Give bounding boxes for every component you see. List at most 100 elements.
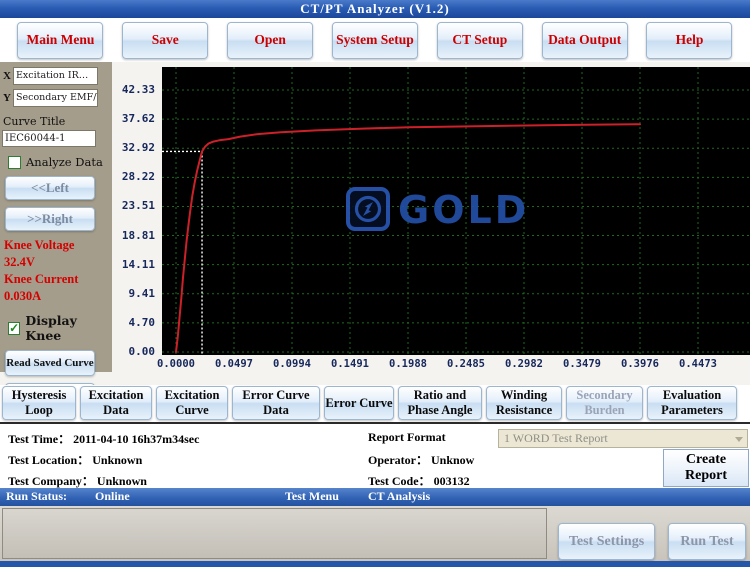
system-setup-button[interactable]: System Setup bbox=[332, 22, 418, 59]
main-menu-button[interactable]: Main Menu bbox=[17, 22, 103, 59]
test-time-label: Test Time： bbox=[8, 432, 70, 446]
y-axis-tick: 23.51 bbox=[112, 199, 155, 212]
test-time-value: 2011-04-10 16h37m34sec bbox=[73, 432, 199, 446]
x-axis-select[interactable]: Excitation IR… bbox=[13, 67, 98, 85]
tab-error-curve[interactable]: Error Curve bbox=[324, 386, 394, 420]
test-code-row: Test Code： 003132 bbox=[368, 472, 470, 489]
x-axis-tick: 0.1988 bbox=[379, 358, 437, 370]
knee-current-label: Knee Current bbox=[4, 271, 112, 288]
test-location-label: Test Location： bbox=[8, 453, 89, 467]
bottom-strip bbox=[0, 561, 750, 567]
run-status-value: Online bbox=[95, 489, 130, 504]
analyze-data-checkbox[interactable] bbox=[8, 156, 21, 169]
main-area: X Excitation IR… Y Secondary EMF/V Curve… bbox=[0, 62, 750, 385]
tab-ratio-phase-angle[interactable]: Ratio and Phase Angle bbox=[398, 386, 482, 420]
analyze-data-row: Analyze Data bbox=[8, 155, 112, 169]
test-info-panel: Test Time： 2011-04-10 16h37m34sec Test L… bbox=[0, 422, 750, 488]
create-report-button[interactable]: Create Report bbox=[663, 449, 749, 487]
test-company-row: Test Company： Unknown bbox=[8, 472, 147, 489]
operator-label: Operator： bbox=[368, 453, 428, 467]
y-axis-tick: 42.33 bbox=[112, 83, 155, 96]
test-code-value: 003132 bbox=[434, 474, 470, 488]
test-time-row: Test Time： 2011-04-10 16h37m34sec bbox=[8, 430, 199, 447]
curve-title-label: Curve Title bbox=[0, 115, 112, 128]
chevron-down-icon bbox=[735, 437, 743, 442]
x-axis-tick: 0.2982 bbox=[495, 358, 553, 370]
tab-hysteresis-loop[interactable]: Hysteresis Loop bbox=[2, 386, 76, 420]
y-axis-select[interactable]: Secondary EMF/V bbox=[13, 89, 98, 107]
help-button[interactable]: Help bbox=[646, 22, 732, 59]
y-axis-tick: 0.00 bbox=[112, 345, 155, 358]
display-knee-checkbox[interactable]: ✓ bbox=[8, 322, 20, 335]
x-axis-tick: 0.1491 bbox=[321, 358, 379, 370]
x-axis-tick: 0.3976 bbox=[611, 358, 669, 370]
x-axis-tick: 0.0497 bbox=[205, 358, 263, 370]
x-axis: 0.0000 0.0497 0.0994 0.1491 0.1988 0.248… bbox=[133, 358, 750, 374]
x-axis-tick: 0.4473 bbox=[669, 358, 727, 370]
x-axis-tick: 0.2485 bbox=[437, 358, 495, 370]
scroll-left-button[interactable]: <<Left bbox=[5, 176, 95, 200]
tab-error-curve-data[interactable]: Error Curve Data bbox=[232, 386, 320, 420]
chart-canvas: GOLD bbox=[162, 67, 750, 355]
y-axis: 42.33 37.62 32.92 28.22 23.51 18.81 14.1… bbox=[112, 62, 158, 385]
x-axis-row: X Excitation IR… bbox=[0, 67, 112, 89]
x-axis-letter: X bbox=[3, 70, 11, 82]
analyze-data-label: Analyze Data bbox=[26, 155, 103, 169]
tab-bar: Hysteresis Loop Excitation Data Excitati… bbox=[0, 385, 750, 422]
test-code-label: Test Code： bbox=[368, 474, 431, 488]
operator-row: Operator： Unknow bbox=[368, 451, 474, 468]
y-axis-tick: 18.81 bbox=[112, 229, 155, 242]
x-axis-tick: 0.0994 bbox=[263, 358, 321, 370]
y-axis-tick: 37.62 bbox=[112, 112, 155, 125]
gold-logo-text: GOLD bbox=[398, 188, 529, 232]
operator-value: Unknow bbox=[431, 453, 474, 467]
y-axis-tick: 14.11 bbox=[112, 258, 155, 271]
test-company-value: Unknown bbox=[97, 474, 147, 488]
tab-secondary-burden: Secondary Burden bbox=[566, 386, 643, 420]
knee-current-value: 0.030A bbox=[4, 288, 112, 305]
report-format-selected-value: 1 WORD Test Report bbox=[504, 431, 608, 445]
y-axis-letter: Y bbox=[3, 92, 11, 104]
display-knee-row: ✓ Display Knee bbox=[8, 313, 112, 343]
test-company-label: Test Company： bbox=[8, 474, 94, 488]
knee-voltage-label: Knee Voltage bbox=[4, 237, 112, 254]
x-axis-tick: 0.3479 bbox=[553, 358, 611, 370]
status-bar: Run Status: Online Test Menu CT Analysis bbox=[0, 488, 750, 506]
y-axis-row: Y Secondary EMF/V bbox=[0, 89, 112, 111]
tab-excitation-data[interactable]: Excitation Data bbox=[80, 386, 152, 420]
tab-excitation-curve[interactable]: Excitation Curve bbox=[156, 386, 228, 420]
y-axis-tick: 4.70 bbox=[112, 316, 155, 329]
tab-evaluation-parameters[interactable]: Evaluation Parameters bbox=[647, 386, 737, 420]
y-axis-tick: 32.92 bbox=[112, 141, 155, 154]
excitation-chart[interactable]: GOLD bbox=[162, 67, 750, 355]
y-axis-tick: 28.22 bbox=[112, 170, 155, 183]
tab-winding-resistance[interactable]: Winding Resistance bbox=[486, 386, 562, 420]
test-menu-label[interactable]: Test Menu bbox=[285, 489, 339, 504]
scroll-right-button[interactable]: >>Right bbox=[5, 207, 95, 231]
data-output-button[interactable]: Data Output bbox=[542, 22, 628, 59]
run-status-label: Run Status: bbox=[6, 489, 67, 504]
read-saved-curve-button[interactable]: Read Saved Curve bbox=[5, 350, 95, 376]
save-button[interactable]: Save bbox=[122, 22, 208, 59]
y-axis-tick: 9.41 bbox=[112, 287, 155, 300]
test-location-value: Unknown bbox=[92, 453, 142, 467]
report-format-dropdown[interactable]: 1 WORD Test Report bbox=[498, 429, 748, 448]
gold-logo: GOLD bbox=[348, 188, 529, 232]
title-bar: CT/PT Analyzer (V1.2) bbox=[0, 0, 750, 18]
report-format-label: Report Format bbox=[368, 430, 446, 444]
run-test-button[interactable]: Run Test bbox=[668, 523, 746, 560]
test-location-row: Test Location： Unknown bbox=[8, 451, 142, 468]
knee-voltage-value: 32.4V bbox=[4, 254, 112, 271]
footer-message-panel bbox=[2, 508, 547, 559]
knee-readout: Knee Voltage 32.4V Knee Current 0.030A bbox=[0, 237, 112, 305]
report-format-row: Report Format bbox=[368, 430, 446, 445]
open-button[interactable]: Open bbox=[227, 22, 313, 59]
test-settings-button[interactable]: Test Settings bbox=[558, 523, 655, 560]
ct-analysis-label[interactable]: CT Analysis bbox=[368, 489, 430, 504]
curve-title-input[interactable]: IEC60044-1 bbox=[2, 130, 96, 147]
ct-setup-button[interactable]: CT Setup bbox=[437, 22, 523, 59]
app-title: CT/PT Analyzer (V1.2) bbox=[300, 1, 449, 17]
sidebar: X Excitation IR… Y Secondary EMF/V Curve… bbox=[0, 62, 112, 372]
footer: Test Settings Run Test bbox=[0, 506, 750, 561]
x-axis-tick: 0.0000 bbox=[147, 358, 205, 370]
